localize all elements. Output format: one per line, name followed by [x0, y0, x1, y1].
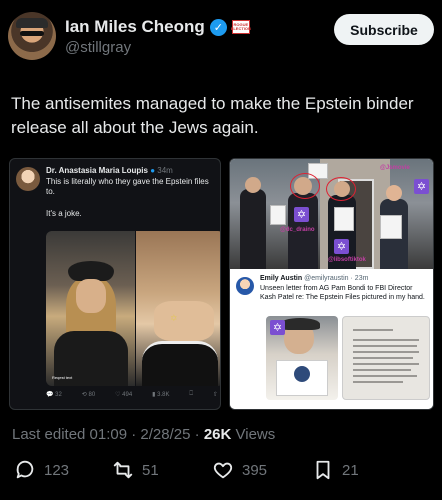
quoted-text-2: It's a joke.: [46, 209, 82, 218]
repost-count: 51: [142, 461, 159, 479]
quoted-right-author-line: Emily Austin @emilyraustin · 23m: [260, 275, 368, 282]
letter-line: [353, 375, 417, 377]
author-handle[interactable]: @stillgray: [65, 39, 131, 56]
photo-collar: [142, 341, 218, 386]
quoted-time: 34m: [157, 166, 173, 175]
star-of-david-icon: ✡: [270, 320, 285, 335]
star-of-david-icon: ✡: [414, 179, 429, 194]
photo-group-with-binders: ✡ ✡ ✡ @Jsmovie @dc_draino @libsoftiktok: [230, 159, 433, 269]
photo-person-1: [240, 189, 266, 269]
quoted-photo-necklace: ✡: [136, 231, 220, 386]
letter-line: [353, 329, 393, 331]
bookmark-count: 21: [342, 461, 359, 479]
views-label: Views: [231, 426, 276, 443]
letter-line: [353, 381, 403, 383]
quoted-author-avatar: [16, 167, 40, 191]
annotation-handle-top: @Jsmovie: [380, 165, 410, 171]
quoted-author-line: Dr. Anastasia Maria Loupis ● 34m: [46, 166, 173, 175]
like-button[interactable]: 395: [212, 455, 267, 485]
tweet-text: The antisemites managed to make the Epst…: [11, 94, 414, 137]
quoted-photo-woman-hat: Reqest text: [46, 231, 135, 386]
quoted-verified-icon: ●: [150, 166, 156, 175]
quoted-action-bar: 💬 32 ⟲ 80 ♡ 494 ▮ 3.8K ⎕ ⇧: [46, 391, 218, 398]
photo-binder-4: [380, 215, 402, 239]
letter-line: [353, 357, 413, 359]
quoted-text: This is literally who they gave the Epst…: [46, 177, 209, 196]
photo-caption: Reqest text: [52, 375, 73, 380]
last-edited-timestamp[interactable]: Last edited 01:09 · 2/28/25 ·: [12, 426, 204, 443]
bookmark-icon: [316, 460, 330, 480]
bookmark-button[interactable]: 21: [312, 455, 359, 485]
quoted-right-text: Unseen letter from AG Pam Bondi to FBI D…: [260, 285, 425, 301]
verified-badge-icon: ✓: [209, 18, 227, 36]
quoted-reposts: ⟲ 80: [81, 392, 96, 398]
tweet-header: Ian Miles Cheong ✓ ROGUE ELECTION @stillg…: [8, 10, 434, 62]
tweet-meta: Last edited 01:09 · 2/28/25 · 26K Views: [12, 426, 275, 443]
annotation-circle-2: [326, 177, 356, 201]
photo-neck: [154, 301, 214, 341]
star-of-david-icon: ✡: [294, 207, 309, 222]
reply-count: 123: [44, 461, 70, 479]
quoted-right-handle: @emilyraustin: [304, 275, 349, 282]
like-count: 395: [242, 461, 268, 479]
quoted-likes: ♡ 494: [115, 392, 133, 398]
avatar-hat: [16, 18, 48, 28]
quoted-right-time: 23m: [354, 275, 369, 282]
author-name-row: Ian Miles Cheong ✓ ROGUE ELECTION: [65, 17, 251, 37]
quoted-views: ▮ 3.8K: [152, 392, 170, 398]
quoted-replies: 💬 32: [46, 392, 62, 398]
separator-dot: ·: [350, 275, 353, 282]
photo-head-4: [386, 185, 402, 201]
photo-binder-1: [270, 205, 286, 225]
star-pendant-icon: ✡: [170, 313, 178, 323]
doj-seal-document: [276, 360, 328, 396]
annotation-handle-bottom: @libsoftiktok: [328, 257, 366, 263]
author-display-name[interactable]: Ian Miles Cheong: [65, 17, 205, 37]
letter-line: [353, 369, 411, 371]
subscribe-button[interactable]: Subscribe: [334, 14, 434, 45]
heart-icon: [213, 462, 233, 479]
letter-line: [353, 345, 417, 347]
quoted-right-photo-letter: [342, 316, 430, 400]
annotation-handle-middle: @dc_draino: [280, 227, 315, 233]
reply-icon: [16, 460, 34, 479]
tweet-action-bar: 123 51 395 21: [0, 455, 442, 485]
photo-head-1: [245, 177, 261, 193]
attached-image-right[interactable]: ✡ ✡ ✡ @Jsmovie @dc_draino @libsoftiktok …: [229, 158, 434, 410]
quoted-replies-count: 32: [55, 392, 62, 398]
avatar-glasses: [20, 31, 44, 36]
quoted-right-photo-woman: ✡: [266, 316, 338, 400]
quoted-right-author: Emily Austin: [260, 275, 303, 282]
letter-line: [353, 339, 419, 341]
quoted-right-avatar: [236, 277, 254, 295]
quoted-author-name: Dr. Anastasia Maria Loupis: [46, 166, 148, 175]
quoted-bookmark-icon: ⎕: [189, 391, 194, 397]
reply-button[interactable]: 123: [14, 455, 69, 485]
photo-binder-3: [334, 207, 354, 231]
quoted-tweet-right: Emily Austin @emilyraustin · 23m Unseen …: [230, 271, 433, 409]
quoted-views-count: 3.8K: [157, 392, 170, 398]
author-avatar[interactable]: [8, 12, 56, 60]
repost-icon: [113, 461, 133, 479]
quoted-share-icon: ⇧: [212, 392, 218, 398]
star-of-david-icon: ✡: [334, 239, 349, 254]
affiliate-badge-icon[interactable]: ROGUE ELECTION: [231, 20, 251, 34]
quoted-likes-count: 494: [122, 392, 133, 398]
photo-hat: [68, 261, 114, 281]
quoted-reposts-count: 80: [88, 392, 96, 398]
photo-hat: [280, 318, 320, 330]
attached-image-left[interactable]: Dr. Anastasia Maria Loupis ● 34m This is…: [9, 158, 221, 410]
annotation-circle-1: [290, 173, 320, 199]
letter-line: [353, 363, 419, 365]
repost-button[interactable]: 51: [112, 455, 159, 485]
letter-line: [353, 351, 419, 353]
photo-face: [76, 279, 106, 313]
views-count: 26K: [203, 426, 232, 443]
